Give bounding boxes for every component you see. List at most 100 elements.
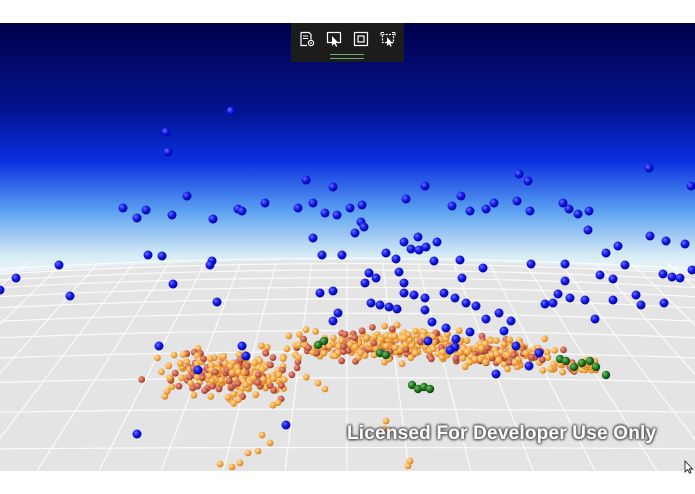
data-point-blue: [308, 233, 318, 243]
data-point-orange: [154, 354, 161, 362]
data-point-orange: [506, 336, 514, 344]
data-point-red: [225, 377, 233, 385]
data-point-blue: [208, 214, 218, 224]
data-point-red: [452, 354, 460, 362]
data-point-blue: [548, 298, 558, 308]
data-point-orange: [217, 376, 225, 384]
data-point-blue: [644, 163, 654, 173]
data-point-green: [585, 356, 595, 366]
data-point-red: [262, 349, 270, 357]
data-point-red: [175, 382, 183, 390]
data-point-blue: [154, 341, 164, 351]
data-point-orange: [216, 460, 224, 468]
data-point-orange: [179, 351, 187, 358]
data-point-orange: [295, 341, 303, 349]
data-point-orange: [463, 337, 471, 344]
data-point-orange: [551, 347, 559, 354]
data-point-blue: [350, 228, 360, 238]
data-point-blue: [534, 348, 544, 358]
data-point-orange: [270, 375, 277, 383]
data-point-blue: [491, 369, 501, 379]
data-point-blue: [645, 231, 655, 241]
data-point-red: [171, 369, 179, 377]
data-point-blue: [260, 198, 270, 208]
data-point-blue: [580, 295, 590, 305]
data-point-blue: [564, 204, 574, 214]
data-point-orange: [493, 350, 501, 358]
data-point-red: [215, 385, 223, 393]
toolbar-drag-handle[interactable]: [330, 54, 364, 59]
data-point-blue: [595, 270, 605, 280]
data-point-blue: [384, 302, 394, 312]
chart-toolbar: [291, 23, 404, 62]
zoom-extents-button[interactable]: [352, 30, 370, 48]
data-point-orange: [205, 372, 213, 380]
data-point-orange: [493, 337, 500, 344]
rotate-select-button[interactable]: [379, 30, 397, 48]
3d-chart-viewport[interactable]: [0, 23, 695, 471]
data-point-orange: [165, 362, 173, 370]
data-point-red: [358, 327, 366, 335]
data-point-blue: [525, 206, 535, 216]
data-point-red: [288, 371, 296, 379]
data-point-blue: [631, 290, 641, 300]
data-point-orange: [269, 401, 277, 409]
data-point-red: [338, 357, 345, 365]
data-point-orange: [178, 374, 185, 382]
data-point-green: [319, 336, 329, 346]
data-point-blue: [481, 314, 491, 324]
data-point-blue: [132, 213, 142, 223]
data-point-orange: [481, 340, 489, 348]
data-point-blue: [445, 345, 455, 355]
data-point-orange: [254, 447, 262, 455]
chart-settings-icon: [300, 31, 315, 47]
data-point-orange: [206, 355, 214, 363]
data-point-green: [381, 350, 391, 360]
data-point-orange: [351, 343, 359, 351]
data-point-blue: [182, 191, 192, 201]
chart-settings-button[interactable]: [298, 30, 316, 48]
data-point-blue: [315, 288, 325, 298]
data-point-orange: [258, 431, 266, 439]
data-point-orange: [504, 351, 511, 359]
data-point-blue: [143, 250, 153, 260]
data-point-blue: [420, 305, 430, 315]
data-point-orange: [235, 368, 242, 376]
data-point-orange: [464, 348, 471, 356]
data-point-red: [300, 335, 307, 343]
data-point-red: [305, 344, 312, 352]
select-pointer-button[interactable]: [325, 30, 343, 48]
data-point-orange: [163, 387, 171, 395]
data-point-orange: [382, 342, 390, 350]
data-point-blue: [391, 254, 401, 264]
data-point-orange: [227, 362, 234, 370]
data-point-blue: [553, 289, 563, 299]
data-point-blue: [680, 239, 690, 249]
data-point-blue: [320, 208, 330, 218]
data-point-blue: [620, 260, 630, 270]
data-point-orange: [295, 354, 302, 361]
data-point-blue: [392, 304, 402, 314]
data-point-blue: [573, 209, 583, 219]
data-point-red: [201, 387, 209, 394]
data-point-orange: [190, 391, 198, 399]
data-point-blue: [409, 290, 419, 300]
data-point-blue: [161, 127, 171, 137]
data-point-blue: [301, 175, 311, 185]
data-point-blue: [667, 272, 677, 282]
data-point-blue: [601, 248, 611, 258]
data-point-orange: [193, 373, 201, 381]
data-point-blue: [293, 203, 303, 213]
select-pointer-icon: [326, 31, 342, 47]
data-point-blue: [375, 300, 385, 310]
data-point-red: [560, 346, 567, 354]
data-point-red: [267, 361, 274, 369]
3d-scatter-scene[interactable]: [0, 23, 695, 471]
data-point-blue: [432, 237, 442, 247]
zoom-extents-icon: [353, 31, 369, 47]
data-point-blue: [332, 210, 342, 220]
data-point-blue: [675, 273, 685, 283]
data-point-blue: [359, 222, 369, 232]
data-point-orange: [263, 343, 271, 351]
data-point-red: [427, 355, 435, 363]
